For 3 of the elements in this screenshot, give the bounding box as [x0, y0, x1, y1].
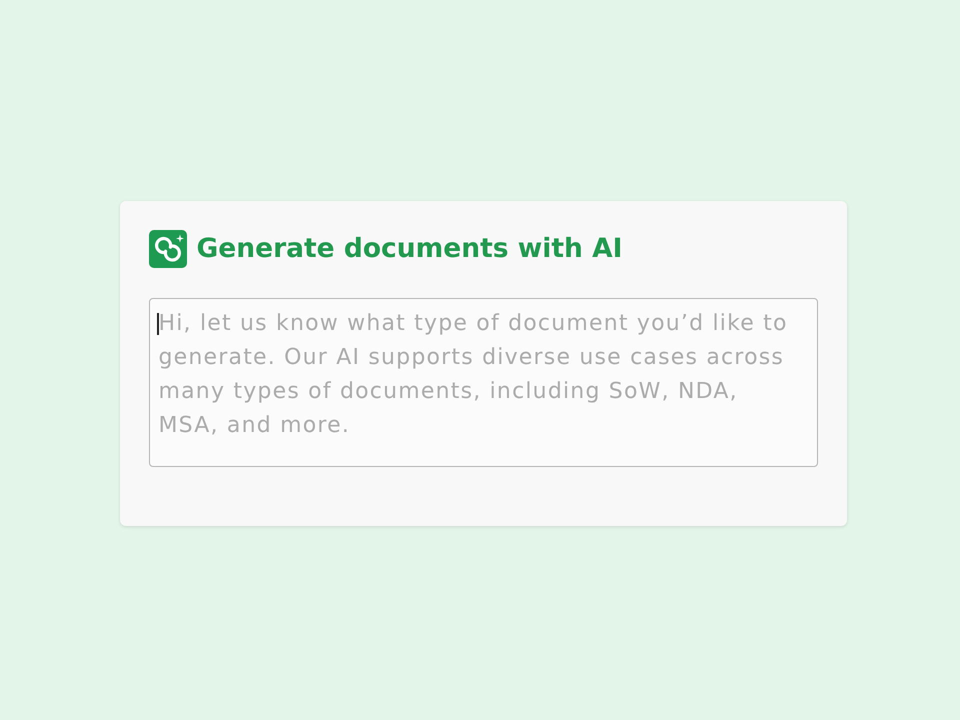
linked-rings-sparkle-icon [148, 230, 186, 268]
prompt-field[interactable]: Hi, let us know what type of document you’d like to generate. Our AI supports diverse use cases across many types of documents, including SoW, NDA, MSA, and more. [148, 298, 818, 466]
card-title: Generate documents with AI [196, 232, 622, 266]
